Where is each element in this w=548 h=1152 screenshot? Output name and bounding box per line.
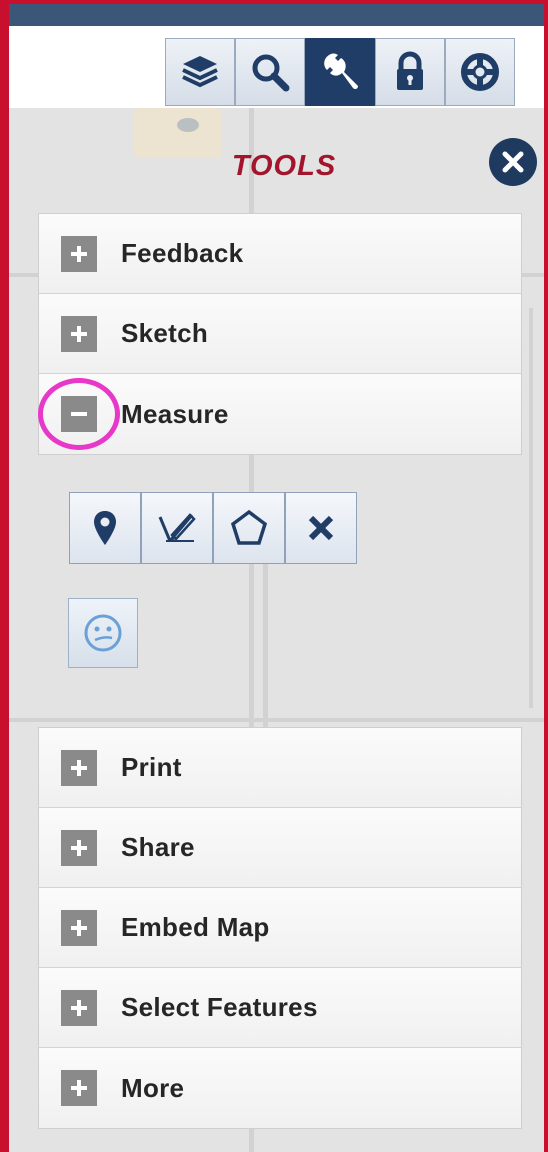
help-button[interactable] (445, 38, 515, 106)
accordion-item-feedback[interactable]: Feedback (39, 214, 521, 294)
feedback-smiley-button[interactable] (68, 598, 138, 668)
lock-button[interactable] (375, 38, 445, 106)
expand-icon[interactable] (61, 909, 97, 946)
accordion-item-more[interactable]: More (39, 1048, 521, 1128)
tools-accordion-bottom: Print Share Embed Map Select Features Mo… (38, 727, 522, 1129)
close-panel-button[interactable] (489, 138, 537, 186)
search-button[interactable] (235, 38, 305, 106)
map-road (9, 718, 544, 722)
measure-clear-button[interactable] (285, 492, 357, 564)
accordion-label: Embed Map (121, 912, 270, 942)
accordion-label: Select Features (121, 992, 318, 1022)
wrench-icon (324, 53, 358, 90)
measure-point-button[interactable] (69, 492, 141, 564)
accordion-label: Measure (121, 398, 229, 429)
map-road (529, 308, 533, 708)
tools-button[interactable] (305, 38, 375, 106)
accordion-label: Share (121, 832, 195, 862)
map-pin-icon (94, 511, 116, 545)
accordion-label: Print (121, 752, 182, 782)
lock-icon (397, 51, 423, 90)
app-window: TOOLS Feedback Sketch Measure Print Shar… (0, 0, 548, 1152)
layers-button[interactable] (165, 38, 235, 106)
pencil-line-icon (158, 513, 196, 542)
measure-toolbar (69, 492, 357, 564)
accordion-item-embed-map[interactable]: Embed Map (39, 888, 521, 968)
layers-icon (182, 56, 218, 88)
highlight-annotation-circle (38, 378, 120, 450)
search-icon (252, 54, 290, 92)
accordion-item-print[interactable]: Print (39, 728, 521, 808)
frame-border-top (0, 0, 548, 4)
expand-icon[interactable] (61, 829, 97, 866)
smiley-icon (84, 614, 122, 652)
expand-icon[interactable] (61, 749, 97, 786)
measure-distance-button[interactable] (141, 492, 213, 564)
accordion-label: Feedback (121, 238, 244, 268)
lifebuoy-icon (461, 53, 499, 91)
measure-area-button[interactable] (213, 492, 285, 564)
close-icon (502, 151, 524, 173)
accordion-label: Sketch (121, 318, 209, 348)
accordion-item-sketch[interactable]: Sketch (39, 294, 521, 374)
pentagon-icon (230, 509, 268, 545)
x-icon (308, 515, 334, 541)
accordion-item-share[interactable]: Share (39, 808, 521, 888)
accordion-label: More (121, 1072, 185, 1103)
expand-icon[interactable] (61, 235, 97, 272)
expand-icon[interactable] (61, 315, 97, 352)
expand-icon[interactable] (61, 1070, 97, 1106)
map-feature-dot (177, 118, 199, 132)
panel-title: TOOLS (231, 150, 337, 182)
accordion-item-select-features[interactable]: Select Features (39, 968, 521, 1048)
top-toolbar (165, 38, 515, 106)
expand-icon[interactable] (61, 989, 97, 1026)
